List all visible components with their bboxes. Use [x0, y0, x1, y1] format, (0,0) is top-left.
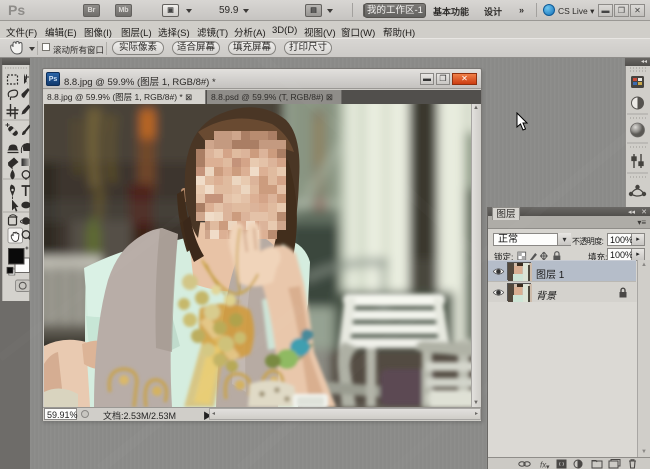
- svg-text:▾: ▾: [546, 464, 550, 469]
